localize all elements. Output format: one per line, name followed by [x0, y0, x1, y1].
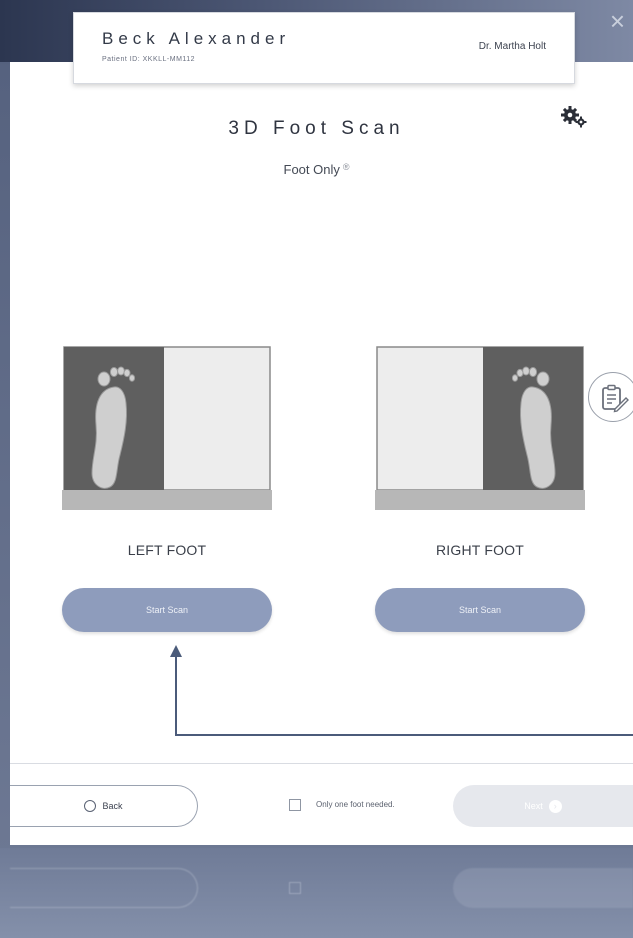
- reflected-back-button: [10, 868, 198, 908]
- back-button[interactable]: Back: [10, 785, 198, 827]
- next-arrow-icon: ›: [548, 799, 562, 813]
- reflected-next-button: [453, 868, 633, 908]
- reflected-checkbox: [289, 882, 301, 894]
- window-reflection: [0, 848, 633, 938]
- one-foot-checkbox[interactable]: [289, 799, 301, 811]
- next-button[interactable]: Next ›: [453, 785, 633, 827]
- back-arrow-icon: [84, 800, 97, 812]
- next-button-label: Next: [524, 801, 543, 811]
- back-button-label: Back: [102, 801, 123, 811]
- one-foot-checkbox-label: Only one foot needed.: [316, 800, 395, 809]
- footer-divider: [10, 763, 633, 764]
